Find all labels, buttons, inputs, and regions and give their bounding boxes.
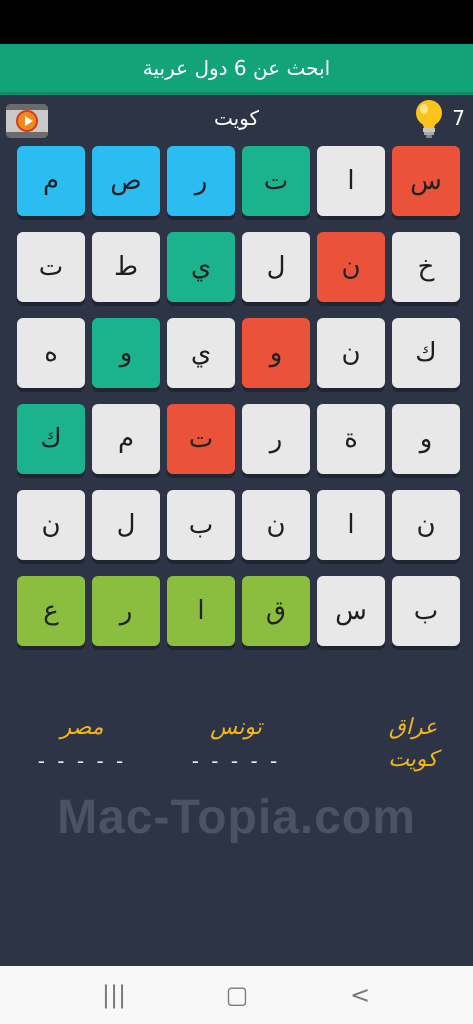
letter-tile[interactable]: ك: [17, 404, 85, 474]
letter-tile[interactable]: و: [92, 318, 160, 388]
letter-tile[interactable]: ا: [167, 576, 235, 646]
letter-tile[interactable]: م: [17, 146, 85, 216]
letter-tile[interactable]: ل: [92, 490, 160, 560]
found-word-egypt: مصر: [60, 715, 104, 740]
watermark: Mac-Topia.com: [57, 791, 416, 844]
found-word-tunisia: تونس: [210, 715, 262, 740]
target-words: عراق كويت تونس - - - - - مصر - - - - -: [0, 712, 473, 782]
found-word-iraq: عراق: [388, 715, 438, 740]
letter-tile[interactable]: و: [242, 318, 310, 388]
lightbulb-icon[interactable]: [412, 98, 446, 140]
hidden-word-placeholder: - - - - -: [37, 749, 127, 773]
found-word-kuwait: كويت: [388, 747, 438, 772]
letter-tile[interactable]: ي: [167, 232, 235, 302]
word-slot-left: مصر - - - - -: [22, 712, 142, 778]
letter-tile[interactable]: ل: [242, 232, 310, 302]
back-button[interactable]: <: [340, 980, 380, 1010]
letter-tile[interactable]: ت: [167, 404, 235, 474]
letter-tile[interactable]: ي: [167, 318, 235, 388]
letter-tile[interactable]: ت: [242, 146, 310, 216]
letter-tile[interactable]: ر: [92, 576, 160, 646]
word-slot-right: عراق كويت: [353, 712, 473, 776]
letter-tile[interactable]: ص: [92, 146, 160, 216]
letter-tile[interactable]: ة: [317, 404, 385, 474]
letter-tile[interactable]: ن: [317, 318, 385, 388]
film-strip-bottom: [6, 132, 48, 138]
recent-apps-button[interactable]: |||: [94, 980, 134, 1010]
page-title: ابحث عن 6 دول عربية: [142, 56, 331, 80]
home-button[interactable]: ▢: [217, 980, 257, 1010]
letter-tile[interactable]: ه: [17, 318, 85, 388]
letter-tile[interactable]: س: [317, 576, 385, 646]
letter-tile[interactable]: ن: [242, 490, 310, 560]
letter-tile[interactable]: س: [392, 146, 460, 216]
letter-tile[interactable]: ب: [392, 576, 460, 646]
title-bar: ابحث عن 6 دول عربية: [0, 44, 473, 95]
letter-tile[interactable]: و: [392, 404, 460, 474]
hint-count: 7: [452, 106, 465, 130]
letter-tile[interactable]: ن: [17, 490, 85, 560]
letter-tile[interactable]: م: [92, 404, 160, 474]
letter-tile[interactable]: ب: [167, 490, 235, 560]
letter-tile[interactable]: ت: [17, 232, 85, 302]
letter-grid: ساترصمخنليطتكنويوهوةرتمكنانبلنبسقارع: [14, 146, 460, 646]
current-word: كويت: [213, 106, 260, 130]
word-slot-middle: تونس - - - - -: [176, 712, 296, 778]
letter-tile[interactable]: ط: [92, 232, 160, 302]
letter-tile[interactable]: ك: [392, 318, 460, 388]
letter-tile[interactable]: خ: [392, 232, 460, 302]
hidden-word-placeholder: - - - - -: [191, 749, 281, 773]
letter-tile[interactable]: ا: [317, 490, 385, 560]
letter-tile[interactable]: ع: [17, 576, 85, 646]
letter-tile[interactable]: ق: [242, 576, 310, 646]
letter-tile[interactable]: ن: [392, 490, 460, 560]
letter-tile[interactable]: ر: [167, 146, 235, 216]
letter-tile[interactable]: ا: [317, 146, 385, 216]
system-nav-bar: ||| ▢ <: [0, 966, 473, 1024]
toolbar: كويت 7: [0, 96, 473, 144]
letter-tile[interactable]: ن: [317, 232, 385, 302]
status-bar: [0, 0, 473, 44]
letter-tile[interactable]: ر: [242, 404, 310, 474]
